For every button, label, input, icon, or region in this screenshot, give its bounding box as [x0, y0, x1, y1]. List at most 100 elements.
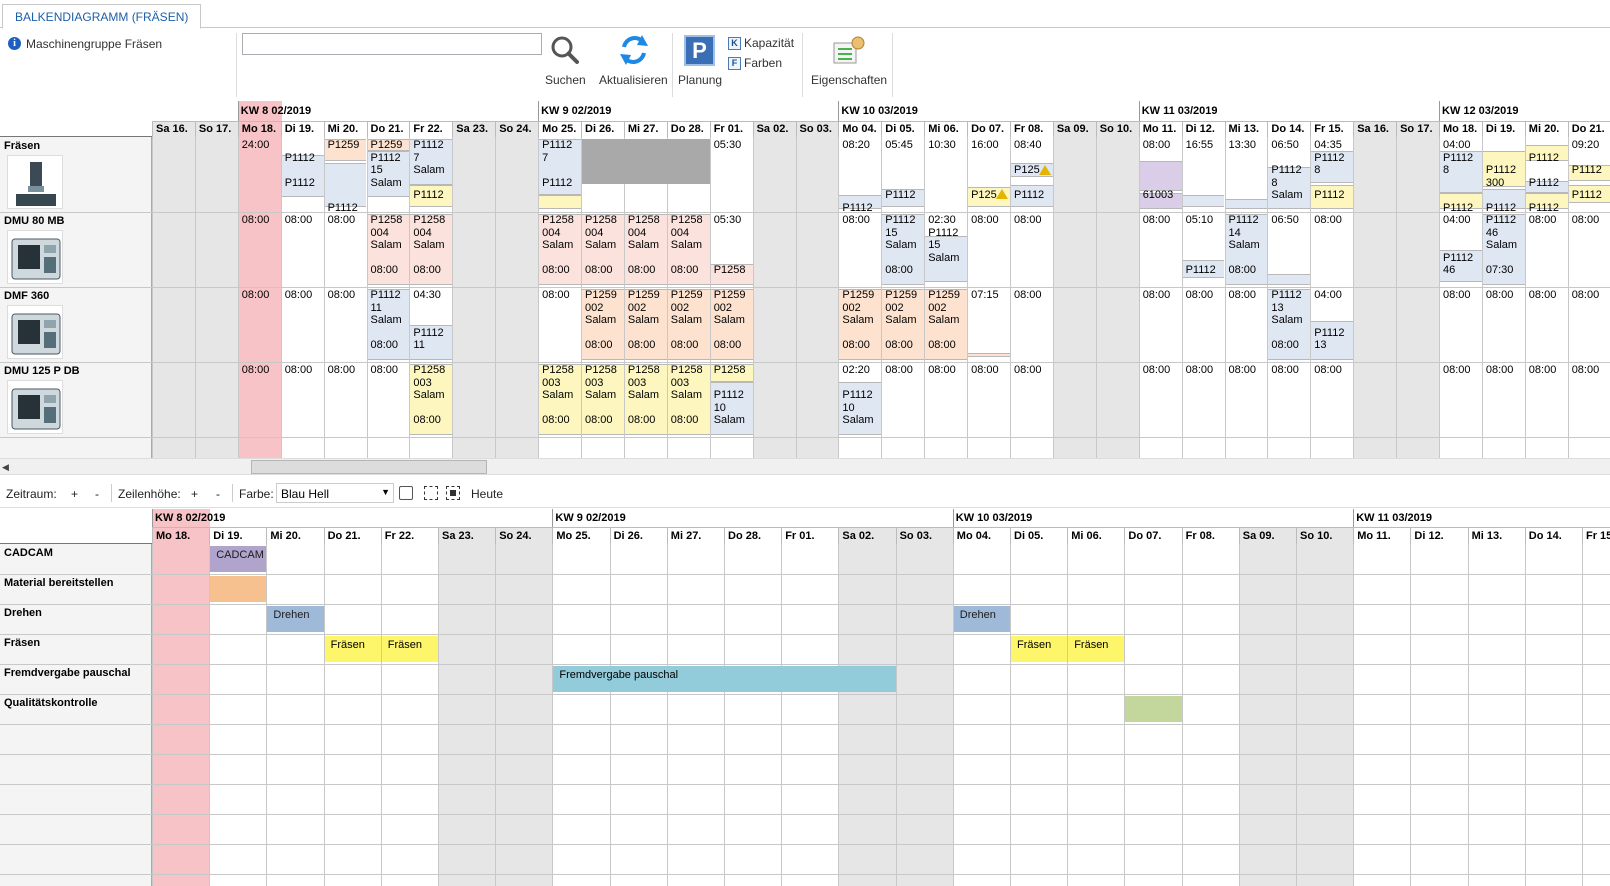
- planning-icon[interactable]: P: [684, 35, 715, 66]
- row-height-minus-button[interactable]: -: [216, 487, 220, 501]
- schedule-cell[interactable]: 04:00 P1112 8 P1112: [1440, 137, 1482, 212]
- properties-icon[interactable]: [832, 35, 866, 68]
- schedule-cell[interactable]: 08:00: [1183, 362, 1225, 437]
- schedule-cell[interactable]: 08:00: [1011, 212, 1053, 287]
- schedule-cell[interactable]: P1259 002 Salam 08:00: [625, 287, 667, 362]
- checkbox-icon[interactable]: [399, 486, 413, 500]
- fit-area-icon[interactable]: [446, 486, 460, 500]
- schedule-cell[interactable]: 08:00: [325, 362, 367, 437]
- process-bar[interactable]: Fräsen: [381, 636, 438, 662]
- schedule-cell[interactable]: 08:00: [1140, 287, 1182, 362]
- schedule-cell[interactable]: P1259 002 Salam 08:00: [925, 287, 967, 362]
- schedule-cell[interactable]: 05:10 P1112: [1183, 212, 1225, 287]
- schedule-cell[interactable]: P1112 46 Salam 07:30: [1483, 212, 1525, 287]
- schedule-cell[interactable]: 08:00: [239, 362, 281, 437]
- schedule-cell[interactable]: P1259 002 Salam 08:00: [882, 287, 924, 362]
- schedule-cell[interactable]: 08:00: [882, 362, 924, 437]
- schedule-cell[interactable]: 08:00 61003: [1140, 137, 1182, 212]
- schedule-cell[interactable]: 05:30 P1258: [711, 212, 753, 287]
- schedule-cell[interactable]: 04:00 P1112 46: [1440, 212, 1482, 287]
- schedule-cell[interactable]: P1258 003 Salam 08:00: [582, 362, 624, 437]
- schedule-cell[interactable]: 08:00: [1226, 287, 1268, 362]
- schedule-cell[interactable]: 08:00: [839, 212, 881, 287]
- schedule-cell[interactable]: 07:15: [968, 287, 1010, 362]
- schedule-cell[interactable]: P1258 004 Salam 08:00: [368, 212, 410, 287]
- schedule-cell[interactable]: P1258 004 Salam 08:00: [539, 212, 581, 287]
- schedule-cell[interactable]: 08:00: [1526, 362, 1568, 437]
- schedule-cell[interactable]: 08:00: [1011, 287, 1053, 362]
- schedule-cell[interactable]: P1258 003 Salam 08:00: [668, 362, 710, 437]
- schedule-cell[interactable]: P1258 004 Salam 08:00: [625, 212, 667, 287]
- schedule-cell[interactable]: 08:00: [1140, 362, 1182, 437]
- schedule-cell[interactable]: 24:00: [239, 137, 281, 212]
- schedule-cell[interactable]: P1259 002 Salam 08:00: [582, 287, 624, 362]
- tab-balkendiagramm[interactable]: BALKENDIAGRAMM (FRÄSEN): [2, 4, 202, 29]
- refresh-button-label[interactable]: Aktualisieren: [599, 73, 668, 87]
- schedule-cell[interactable]: P1258 003 Salam 08:00: [410, 362, 452, 437]
- schedule-cell[interactable]: 08:20 P1112: [839, 137, 881, 212]
- schedule-cell[interactable]: 10:30: [925, 137, 967, 212]
- schedule-cell[interactable]: P1259 P1112: [325, 137, 367, 212]
- schedule-cell[interactable]: 02:20 P1112 10 Salam: [839, 362, 881, 437]
- schedule-cell[interactable]: 08:00: [539, 287, 581, 362]
- schedule-cell[interactable]: 08:00: [925, 362, 967, 437]
- schedule-cell[interactable]: P1112 7 Salam P1112: [410, 137, 452, 212]
- period-minus-button[interactable]: -: [95, 487, 99, 501]
- schedule-cell[interactable]: 06:50 P1112 8 Salam: [1268, 137, 1310, 212]
- process-bar[interactable]: [1125, 696, 1182, 722]
- colors-button[interactable]: F Farben: [728, 56, 782, 70]
- schedule-cell[interactable]: 08:00: [968, 212, 1010, 287]
- search-icon[interactable]: [550, 35, 580, 68]
- row-height-plus-button[interactable]: +: [191, 487, 198, 501]
- process-bar[interactable]: CADCAM: [210, 546, 267, 572]
- scrollbar-thumb[interactable]: [251, 460, 487, 474]
- schedule-cell[interactable]: 08:00: [325, 287, 367, 362]
- schedule-cell[interactable]: 08:00: [1440, 287, 1482, 362]
- schedule-cell[interactable]: 09:20 P1112 P1112: [1569, 137, 1610, 212]
- schedule-cell[interactable]: 08:00: [282, 287, 324, 362]
- schedule-cell[interactable]: P1112 P1112: [282, 137, 324, 212]
- period-plus-button[interactable]: +: [71, 487, 78, 501]
- schedule-cell[interactable]: 08:00: [968, 362, 1010, 437]
- schedule-cell[interactable]: 13:30: [1226, 137, 1268, 212]
- schedule-cell[interactable]: P1259 002 Salam 08:00: [711, 287, 753, 362]
- chevron-down-icon[interactable]: ▼: [381, 487, 390, 497]
- schedule-cell[interactable]: 08:00: [1226, 362, 1268, 437]
- process-bar[interactable]: Drehen: [267, 606, 324, 632]
- schedule-cell[interactable]: 08:00: [1311, 212, 1353, 287]
- schedule-cell[interactable]: P1258 003 Salam 08:00: [539, 362, 581, 437]
- schedule-cell[interactable]: 02:30 P1112 15 Salam: [925, 212, 967, 287]
- schedule-cell[interactable]: P1112 13 Salam 08:00: [1268, 287, 1310, 362]
- schedule-cell[interactable]: 08:00: [239, 212, 281, 287]
- schedule-cell[interactable]: 08:00: [1311, 362, 1353, 437]
- schedule-cell[interactable]: P1258 004 Salam 08:00: [582, 212, 624, 287]
- schedule-cell[interactable]: P1112 14 Salam 08:00: [1226, 212, 1268, 287]
- schedule-cell[interactable]: 05:45 P1112: [882, 137, 924, 212]
- schedule-cell[interactable]: 08:00: [282, 212, 324, 287]
- schedule-cell[interactable]: P1259 P1112 15 Salam: [368, 137, 410, 212]
- process-bar[interactable]: Drehen: [953, 606, 1010, 632]
- horizontal-scrollbar[interactable]: ◀: [0, 458, 1610, 475]
- schedule-cell[interactable]: 06:50: [1268, 212, 1310, 287]
- schedule-cell[interactable]: P1259 002 Salam 08:00: [668, 287, 710, 362]
- schedule-cell[interactable]: P1112 15 Salam 08:00: [882, 212, 924, 287]
- schedule-cell[interactable]: 04:35 P1112 8 P1112: [1311, 137, 1353, 212]
- process-bar[interactable]: [210, 576, 267, 602]
- schedule-cell[interactable]: 08:00: [1268, 362, 1310, 437]
- schedule-cell[interactable]: 08:00: [368, 362, 410, 437]
- schedule-cell[interactable]: 08:00: [1526, 287, 1568, 362]
- schedule-cell[interactable]: P1258 P1112 10 Salam: [711, 362, 753, 437]
- today-button[interactable]: Heute: [471, 487, 503, 501]
- process-bar[interactable]: Fräsen: [1011, 636, 1068, 662]
- process-bar[interactable]: Fremdvergabe pauschal: [553, 666, 896, 692]
- color-select[interactable]: Blau Hell ▼: [276, 483, 394, 503]
- schedule-cell[interactable]: P1258 003 Salam 08:00: [625, 362, 667, 437]
- schedule-cell[interactable]: 08:00: [1440, 362, 1482, 437]
- schedule-cell[interactable]: P1112 300 P1112: [1483, 137, 1525, 212]
- schedule-cell[interactable]: 16:55: [1183, 137, 1225, 212]
- schedule-cell[interactable]: P1258 004 Salam 08:00: [668, 212, 710, 287]
- schedule-cell[interactable]: P1259 002 Salam 08:00: [839, 287, 881, 362]
- schedule-cell[interactable]: P1112 P1112 P1112: [1526, 137, 1568, 213]
- schedule-cell[interactable]: P1112 7 P1112: [539, 137, 581, 212]
- schedule-cell[interactable]: P1258 004 Salam 08:00: [410, 212, 452, 287]
